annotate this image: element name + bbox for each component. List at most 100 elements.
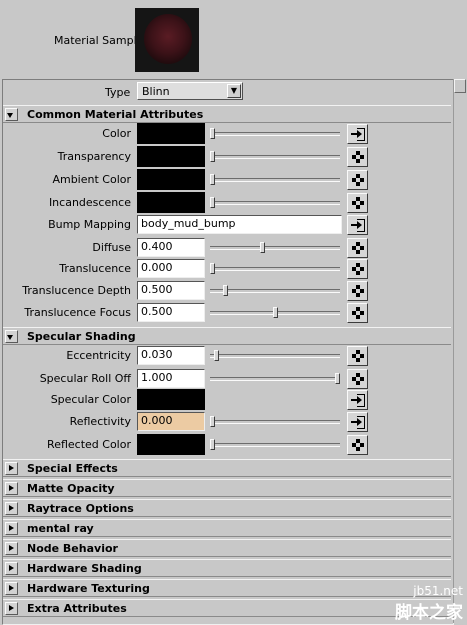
color-label: Color (102, 127, 131, 140)
incandescence-color-swatch[interactable] (137, 192, 205, 213)
section-title: Raytrace Options (27, 502, 134, 515)
type-value: Blinn (142, 85, 170, 98)
section-node-behavior[interactable]: Node Behavior (3, 539, 451, 557)
diffuse-checker-map-icon[interactable] (347, 238, 368, 258)
expand-triangle-icon[interactable] (5, 502, 18, 515)
specular-color-color-swatch[interactable] (137, 389, 205, 410)
slider-track (210, 132, 340, 136)
eccentricity-slider[interactable] (210, 350, 342, 361)
reflected-color-slider[interactable] (210, 439, 342, 450)
specular-roll-off-checker-map-icon[interactable] (347, 369, 368, 389)
expand-triangle-icon[interactable] (5, 522, 18, 535)
collapse-triangle-icon[interactable] (5, 330, 18, 343)
ambient-color-checker-map-icon[interactable] (347, 170, 368, 190)
expand-triangle-icon[interactable] (5, 582, 18, 595)
expand-triangle-icon[interactable] (5, 562, 18, 575)
material-sample-swatch[interactable] (135, 8, 199, 72)
reflectivity-slider[interactable] (210, 416, 342, 427)
translucence-depth-field[interactable]: 0.500 (137, 281, 205, 300)
section-title: Common Material Attributes (27, 108, 204, 121)
slider-track (210, 420, 340, 424)
reflectivity-map-input-icon[interactable] (347, 412, 368, 432)
slider-thumb[interactable] (210, 197, 215, 208)
slider-track (210, 377, 340, 381)
chevron-down-icon[interactable]: ▼ (227, 84, 241, 98)
reflectivity-field[interactable]: 0.000 (137, 412, 205, 431)
slider-thumb[interactable] (214, 350, 219, 361)
translucence-focus-field[interactable]: 0.500 (137, 303, 205, 322)
slider-thumb[interactable] (210, 151, 215, 162)
diffuse-slider[interactable] (210, 242, 342, 253)
translucence-focus-checker-map-icon[interactable] (347, 303, 368, 323)
expand-triangle-icon[interactable] (5, 462, 18, 475)
incandescence-checker-map-icon[interactable] (347, 193, 368, 213)
reflected-color-color-swatch[interactable] (137, 434, 205, 455)
transparency-label: Transparency (57, 150, 131, 163)
incandescence-label: Incandescence (48, 196, 131, 209)
color-map-input-icon[interactable] (347, 124, 368, 144)
translucence-focus-slider[interactable] (210, 307, 342, 318)
slider-track (210, 155, 340, 159)
incandescence-slider[interactable] (210, 197, 342, 208)
translucence-depth-label: Translucence Depth (22, 284, 131, 297)
eccentricity-field[interactable]: 0.030 (137, 346, 205, 365)
color-slider[interactable] (210, 128, 342, 139)
section-hardware-texturing[interactable]: Hardware Texturing (3, 579, 451, 597)
slider-thumb[interactable] (210, 174, 215, 185)
reflectivity-label: Reflectivity (69, 415, 131, 428)
slider-thumb[interactable] (335, 373, 340, 384)
section-title: Special Effects (27, 462, 118, 475)
bump-mapping-label: Bump Mapping (48, 218, 131, 231)
scroll-up-button[interactable] (454, 79, 466, 93)
slider-thumb[interactable] (210, 263, 215, 274)
section-special-effects[interactable]: Special Effects (3, 459, 451, 477)
expand-triangle-icon[interactable] (5, 602, 18, 615)
section-hardware-shading[interactable]: Hardware Shading (3, 559, 451, 577)
slider-thumb[interactable] (210, 439, 215, 450)
slider-thumb[interactable] (260, 242, 265, 253)
specular-roll-off-slider[interactable] (210, 373, 342, 384)
slider-thumb[interactable] (210, 128, 215, 139)
section-matte-opacity[interactable]: Matte Opacity (3, 479, 451, 497)
slider-track (210, 354, 340, 358)
scrollbar[interactable] (453, 79, 467, 623)
specular-color-map-input-icon[interactable] (347, 390, 368, 410)
section-common-material-attributes[interactable]: Common Material Attributes (3, 105, 451, 123)
slider-track (210, 201, 340, 205)
color-color-swatch[interactable] (137, 123, 205, 144)
slider-thumb[interactable] (273, 307, 278, 318)
type-dropdown[interactable]: Blinn ▼ (137, 82, 243, 100)
slider-thumb[interactable] (210, 416, 215, 427)
expand-triangle-icon[interactable] (5, 542, 18, 555)
transparency-color-swatch[interactable] (137, 146, 205, 167)
diffuse-field[interactable]: 0.400 (137, 238, 205, 257)
translucence-field[interactable]: 0.000 (137, 259, 205, 278)
expand-triangle-icon[interactable] (5, 482, 18, 495)
translucence-depth-slider[interactable] (210, 285, 342, 296)
translucence-depth-checker-map-icon[interactable] (347, 281, 368, 301)
specular-color-label: Specular Color (50, 393, 131, 406)
ambient-color-color-swatch[interactable] (137, 169, 205, 190)
section-raytrace-options[interactable]: Raytrace Options (3, 499, 451, 517)
bump-mapping-map-input-icon[interactable] (347, 215, 368, 235)
material-sample-label: Material Sample (54, 34, 144, 47)
eccentricity-checker-map-icon[interactable] (347, 346, 368, 366)
section-mental-ray[interactable]: mental ray (3, 519, 451, 537)
section-title: Matte Opacity (27, 482, 115, 495)
transparency-slider[interactable] (210, 151, 342, 162)
transparency-checker-map-icon[interactable] (347, 147, 368, 167)
ambient-color-slider[interactable] (210, 174, 342, 185)
reflected-color-checker-map-icon[interactable] (347, 435, 368, 455)
section-title: Hardware Texturing (27, 582, 150, 595)
section-extra-attributes[interactable]: Extra Attributes (3, 599, 451, 617)
translucence-checker-map-icon[interactable] (347, 259, 368, 279)
specular-roll-off-field[interactable]: 1.000 (137, 369, 205, 388)
slider-thumb[interactable] (223, 285, 228, 296)
translucence-focus-label: Translucence Focus (24, 306, 131, 319)
section-specular-shading[interactable]: Specular Shading (3, 327, 451, 345)
translucence-slider[interactable] (210, 263, 342, 274)
bump-mapping-field[interactable]: body_mud_bump (137, 215, 342, 234)
slider-track (210, 178, 340, 182)
section-title: Node Behavior (27, 542, 118, 555)
collapse-triangle-icon[interactable] (5, 108, 18, 121)
